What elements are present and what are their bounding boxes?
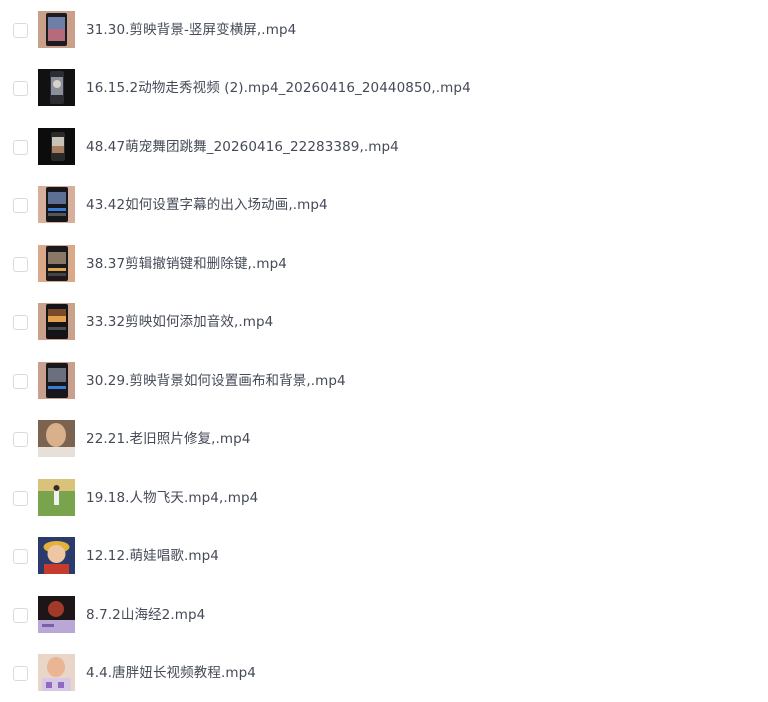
file-name[interactable]: 8.7.2山海经2.mp4 bbox=[86, 606, 205, 624]
file-name[interactable]: 12.12.萌娃唱歌.mp4 bbox=[86, 547, 219, 565]
select-checkbox[interactable] bbox=[13, 432, 28, 447]
video-thumbnail[interactable] bbox=[38, 69, 75, 106]
file-name[interactable]: 30.29.剪映背景如何设置画布和背景,.mp4 bbox=[86, 372, 346, 390]
file-name[interactable]: 16.15.2动物走秀视频 (2).mp4_20260416_20440850,… bbox=[86, 79, 471, 97]
file-name[interactable]: 38.37剪辑撤销键和删除键,.mp4 bbox=[86, 255, 287, 273]
video-thumbnail[interactable] bbox=[38, 11, 75, 48]
video-thumbnail[interactable] bbox=[38, 303, 75, 340]
file-name[interactable]: 4.4.唐胖妞长视频教程.mp4 bbox=[86, 664, 256, 682]
select-checkbox[interactable] bbox=[13, 315, 28, 330]
select-checkbox[interactable] bbox=[13, 198, 28, 213]
video-thumbnail[interactable] bbox=[38, 128, 75, 165]
video-thumbnail[interactable] bbox=[38, 186, 75, 223]
video-thumbnail[interactable] bbox=[38, 479, 75, 516]
select-checkbox[interactable] bbox=[13, 374, 28, 389]
video-thumbnail[interactable] bbox=[38, 362, 75, 399]
file-row[interactable]: 43.42如何设置字幕的出入场动画,.mp4 bbox=[0, 176, 768, 234]
select-checkbox[interactable] bbox=[13, 23, 28, 38]
select-checkbox[interactable] bbox=[13, 549, 28, 564]
file-row[interactable]: 22.21.老旧照片修复,.mp4 bbox=[0, 410, 768, 468]
file-row[interactable]: 4.4.唐胖妞长视频教程.mp4 bbox=[0, 644, 768, 702]
select-checkbox[interactable] bbox=[13, 491, 28, 506]
select-checkbox[interactable] bbox=[13, 608, 28, 623]
select-checkbox[interactable] bbox=[13, 81, 28, 96]
file-row[interactable]: 38.37剪辑撤销键和删除键,.mp4 bbox=[0, 235, 768, 293]
file-row[interactable]: 8.7.2山海经2.mp4 bbox=[0, 586, 768, 644]
file-name[interactable]: 43.42如何设置字幕的出入场动画,.mp4 bbox=[86, 196, 328, 214]
file-row[interactable]: 31.30.剪映背景-竖屏变横屏,.mp4 bbox=[0, 1, 768, 59]
file-name[interactable]: 48.47萌宠舞团跳舞_20260416_22283389,.mp4 bbox=[86, 138, 399, 156]
file-name[interactable]: 22.21.老旧照片修复,.mp4 bbox=[86, 430, 251, 448]
video-thumbnail[interactable] bbox=[38, 596, 75, 633]
video-thumbnail[interactable] bbox=[38, 537, 75, 574]
file-row[interactable]: 16.15.2动物走秀视频 (2).mp4_20260416_20440850,… bbox=[0, 59, 768, 117]
select-checkbox[interactable] bbox=[13, 257, 28, 272]
file-name[interactable]: 33.32剪映如何添加音效,.mp4 bbox=[86, 313, 273, 331]
file-list: 31.30.剪映背景-竖屏变横屏,.mp4 16.15.2动物走秀视频 (2).… bbox=[0, 0, 768, 692]
file-name[interactable]: 19.18.人物飞天.mp4,.mp4 bbox=[86, 489, 258, 507]
video-thumbnail[interactable] bbox=[38, 245, 75, 282]
file-row[interactable]: 48.47萌宠舞团跳舞_20260416_22283389,.mp4 bbox=[0, 118, 768, 176]
video-thumbnail[interactable] bbox=[38, 654, 75, 691]
file-row[interactable]: 33.32剪映如何添加音效,.mp4 bbox=[0, 293, 768, 351]
video-thumbnail[interactable] bbox=[38, 420, 75, 457]
select-checkbox[interactable] bbox=[13, 140, 28, 155]
select-checkbox[interactable] bbox=[13, 666, 28, 681]
file-row[interactable]: 30.29.剪映背景如何设置画布和背景,.mp4 bbox=[0, 352, 768, 410]
file-name[interactable]: 31.30.剪映背景-竖屏变横屏,.mp4 bbox=[86, 21, 296, 39]
file-row[interactable]: 19.18.人物飞天.mp4,.mp4 bbox=[0, 469, 768, 527]
file-row[interactable]: 12.12.萌娃唱歌.mp4 bbox=[0, 527, 768, 585]
